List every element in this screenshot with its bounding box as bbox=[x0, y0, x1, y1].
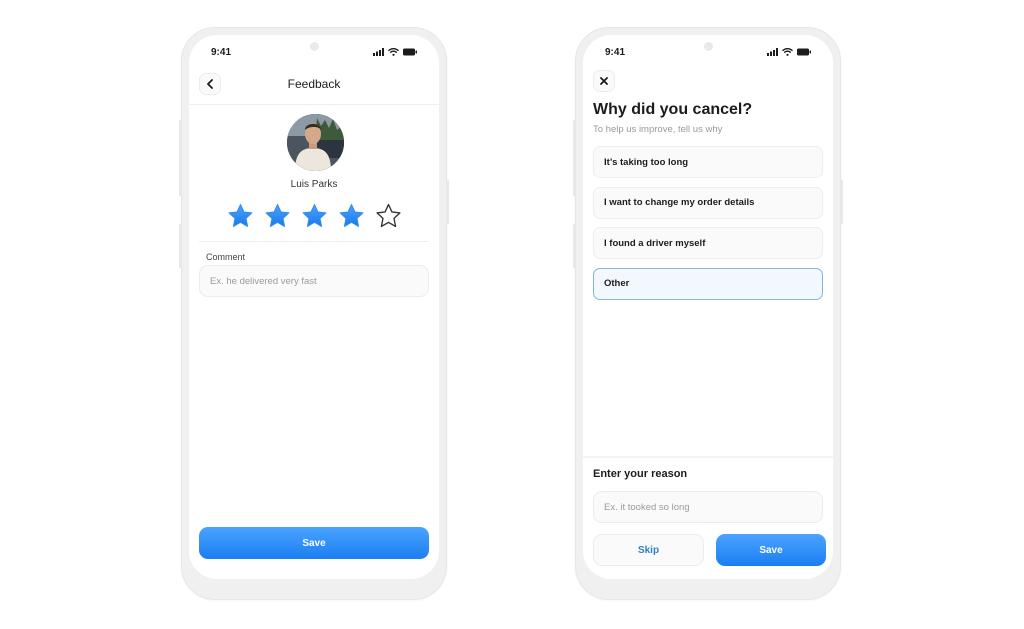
signal-icon bbox=[373, 48, 384, 56]
volume-up-button bbox=[573, 120, 576, 196]
star-rating bbox=[189, 203, 439, 228]
reason-input[interactable]: Ex. it tooked so long bbox=[593, 491, 823, 523]
status-time: 9:41 bbox=[605, 46, 626, 58]
status-bar: 9:41 bbox=[189, 44, 439, 60]
avatar bbox=[287, 114, 344, 171]
volume-up-button bbox=[179, 120, 182, 196]
signal-icon bbox=[767, 48, 778, 56]
header: Feedback bbox=[189, 73, 439, 105]
battery-icon bbox=[797, 48, 811, 56]
skip-button[interactable]: Skip bbox=[593, 534, 704, 566]
star-filled-icon[interactable] bbox=[227, 203, 254, 228]
divider bbox=[199, 241, 429, 242]
page-title: Why did you cancel? bbox=[593, 101, 753, 118]
phone-frame-cancel: 9:41 Why did you cancel? To help us impr… bbox=[573, 27, 843, 600]
star-filled-icon[interactable] bbox=[338, 203, 365, 228]
phone-frame-feedback: 9:41 Feedback Luis Parks Comment Ex. he … bbox=[179, 27, 449, 600]
save-button[interactable]: Save bbox=[716, 534, 826, 566]
wifi-icon bbox=[388, 48, 399, 56]
wifi-icon bbox=[782, 48, 793, 56]
reason-label: Enter your reason bbox=[593, 468, 688, 480]
page-subtitle: To help us improve, tell us why bbox=[593, 124, 723, 135]
comment-input[interactable]: Ex. he delivered very fast bbox=[199, 265, 429, 297]
user-name: Luis Parks bbox=[290, 179, 338, 190]
star-filled-icon[interactable] bbox=[264, 203, 291, 228]
feedback-screen: 9:41 Feedback Luis Parks Comment Ex. he … bbox=[189, 35, 439, 579]
close-button[interactable] bbox=[593, 70, 615, 92]
status-time: 9:41 bbox=[211, 46, 232, 58]
divider bbox=[583, 456, 833, 458]
status-bar: 9:41 bbox=[583, 44, 833, 60]
option-other[interactable]: Other bbox=[593, 267, 823, 300]
power-button bbox=[446, 180, 449, 224]
page-title: Feedback bbox=[287, 77, 341, 91]
option-change-order-details[interactable]: I want to change my order details bbox=[593, 186, 823, 219]
volume-down-button bbox=[179, 224, 182, 268]
volume-down-button bbox=[573, 224, 576, 268]
close-icon bbox=[600, 77, 608, 85]
cancel-reason-options: It’s taking too long I want to change my… bbox=[593, 146, 823, 308]
option-found-driver[interactable]: I found a driver myself bbox=[593, 227, 823, 259]
cancel-screen: 9:41 Why did you cancel? To help us impr… bbox=[583, 35, 833, 579]
save-button[interactable]: Save bbox=[199, 527, 429, 559]
battery-icon bbox=[403, 48, 417, 56]
avatar-photo bbox=[287, 114, 344, 171]
power-button bbox=[840, 180, 843, 224]
star-empty-icon[interactable] bbox=[375, 203, 402, 228]
comment-label: Comment bbox=[206, 252, 246, 262]
star-filled-icon[interactable] bbox=[301, 203, 328, 228]
option-taking-too-long[interactable]: It’s taking too long bbox=[593, 146, 823, 178]
